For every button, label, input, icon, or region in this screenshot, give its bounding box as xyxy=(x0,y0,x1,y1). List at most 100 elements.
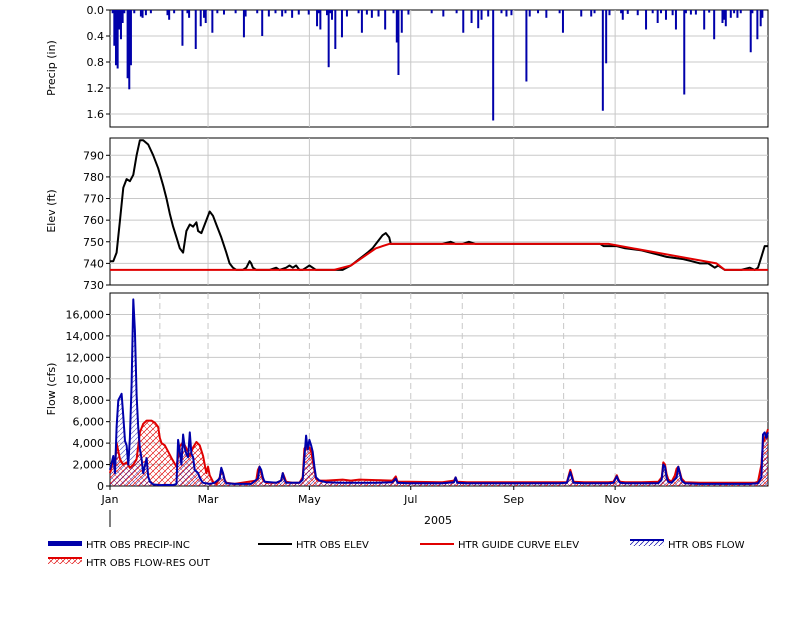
precip-bar xyxy=(430,10,433,14)
y-tick-label: 8,000 xyxy=(73,394,105,407)
elev-y-axis-label: Elev (ft) xyxy=(45,189,58,232)
precip-bar xyxy=(756,10,759,40)
y-tick-label: 12,000 xyxy=(66,351,105,364)
precip-bar xyxy=(244,10,247,17)
precip-bar xyxy=(281,10,284,17)
precip-bar xyxy=(545,10,548,18)
legend-item: HTR GUIDE CURVE ELEV xyxy=(420,540,579,551)
y-tick-label: 730 xyxy=(83,279,104,292)
precip-bar xyxy=(671,10,674,16)
legend-label: HTR OBS PRECIP-INC xyxy=(86,540,190,551)
precip-bar xyxy=(397,10,400,75)
legend: HTR OBS PRECIP-INC HTR OBS ELEV HTR GUIDE … xyxy=(48,539,745,569)
precip-bar xyxy=(144,10,147,16)
precip-panel: 0.0 0.4 0.8 1.2 1.6 Precip (in) xyxy=(45,4,769,128)
precip-bar xyxy=(274,10,277,14)
x-tick-label: Nov xyxy=(604,493,626,506)
y-tick-label: 0 xyxy=(97,480,104,493)
precip-bar xyxy=(234,10,237,14)
precip-bar xyxy=(761,10,764,18)
precip-bar xyxy=(330,10,333,20)
precip-bar xyxy=(636,10,639,16)
precip-bar xyxy=(713,10,716,40)
x-tick-label: May xyxy=(298,493,321,506)
y-tick-label: 760 xyxy=(83,214,104,227)
precip-bar xyxy=(400,10,403,33)
precip-bar xyxy=(365,10,368,15)
y-tick-label: 14,000 xyxy=(66,330,105,343)
x-tick-label: Jan xyxy=(101,493,119,506)
precip-bar xyxy=(168,10,171,20)
legend-item: HTR OBS ELEV xyxy=(258,540,369,551)
x-tick-label: Mar xyxy=(198,493,219,506)
legend-label: HTR OBS FLOW xyxy=(668,540,745,551)
chart-figure: 0.0 0.4 0.8 1.2 1.6 Precip (in) 730 740 750 760… xyxy=(45,4,769,569)
y-tick-label: 770 xyxy=(83,193,104,206)
precip-bar xyxy=(327,10,330,68)
precip-bar xyxy=(123,10,126,14)
precip-bar xyxy=(525,10,528,82)
precip-bar xyxy=(181,10,184,46)
precip-bar xyxy=(477,10,480,29)
precip-bar xyxy=(199,10,202,27)
precip-bar xyxy=(291,10,294,18)
precip-bar xyxy=(442,10,445,17)
precip-bar xyxy=(188,10,191,18)
y-tick-label: 1.2 xyxy=(87,82,105,95)
precip-bar xyxy=(470,10,473,23)
flow-y-ticks: 0 2,000 4,000 6,000 8,000 10,000 12,000 14,000 1… xyxy=(66,308,110,493)
precip-bar xyxy=(561,10,564,33)
precip-bar xyxy=(455,10,458,14)
precip-plot-frame xyxy=(109,9,769,128)
precip-bar xyxy=(377,10,380,17)
precip-bar xyxy=(345,10,348,17)
precip-bar xyxy=(261,10,264,36)
y-tick-label: 2,000 xyxy=(73,459,105,472)
precip-bar xyxy=(194,10,197,49)
precip-bar xyxy=(528,10,531,17)
precip-bar xyxy=(492,10,495,121)
precip-bar xyxy=(510,10,513,16)
precip-bar xyxy=(684,10,687,14)
flow-plot-frame xyxy=(109,292,769,487)
y-tick-label: 16,000 xyxy=(66,308,105,321)
precip-bar xyxy=(500,10,503,14)
legend-swatch-bar xyxy=(48,541,82,546)
precip-bar xyxy=(211,10,214,33)
y-tick-label: 740 xyxy=(83,257,104,270)
precip-bar xyxy=(297,10,300,15)
precip-bar xyxy=(129,10,132,66)
y-tick-label: 0.4 xyxy=(87,30,105,43)
precip-bar xyxy=(608,10,611,16)
precip-bar xyxy=(487,10,490,17)
y-tick-label: 1.6 xyxy=(87,108,105,121)
precip-bar xyxy=(360,10,363,33)
precip-bar xyxy=(659,10,662,14)
precip-bar xyxy=(656,10,659,23)
precip-bar xyxy=(133,10,136,14)
flow-panel: 0 2,000 4,000 6,000 8,000 10,000 12,000 14,000 1… xyxy=(45,292,769,493)
precip-bar xyxy=(537,10,540,14)
precip-bar xyxy=(222,10,225,15)
x-axis: Jan Mar May Jul Sep Nov xyxy=(101,486,626,527)
precip-bar xyxy=(651,10,654,14)
y-tick-label: 0.0 xyxy=(87,4,105,17)
precip-bar xyxy=(605,10,608,64)
precip-bar xyxy=(751,10,754,14)
precip-bar xyxy=(384,10,387,30)
precip-bar xyxy=(357,10,360,14)
precip-bar xyxy=(724,10,727,27)
precip-bar xyxy=(204,10,207,23)
legend-label: HTR GUIDE CURVE ELEV xyxy=(458,540,579,551)
precip-bar xyxy=(580,10,583,17)
y-tick-label: 750 xyxy=(83,236,104,249)
precip-bar xyxy=(256,10,259,14)
precip-bar xyxy=(733,10,736,14)
y-tick-label: 790 xyxy=(83,149,104,162)
y-tick-label: 10,000 xyxy=(66,373,105,386)
precip-bar xyxy=(149,10,152,14)
legend-label: HTR OBS FLOW-RES OUT xyxy=(86,558,211,569)
precip-bar xyxy=(392,10,395,14)
precip-bar xyxy=(407,10,410,15)
precip-y-ticks: 0.0 0.4 0.8 1.2 1.6 xyxy=(87,4,110,121)
